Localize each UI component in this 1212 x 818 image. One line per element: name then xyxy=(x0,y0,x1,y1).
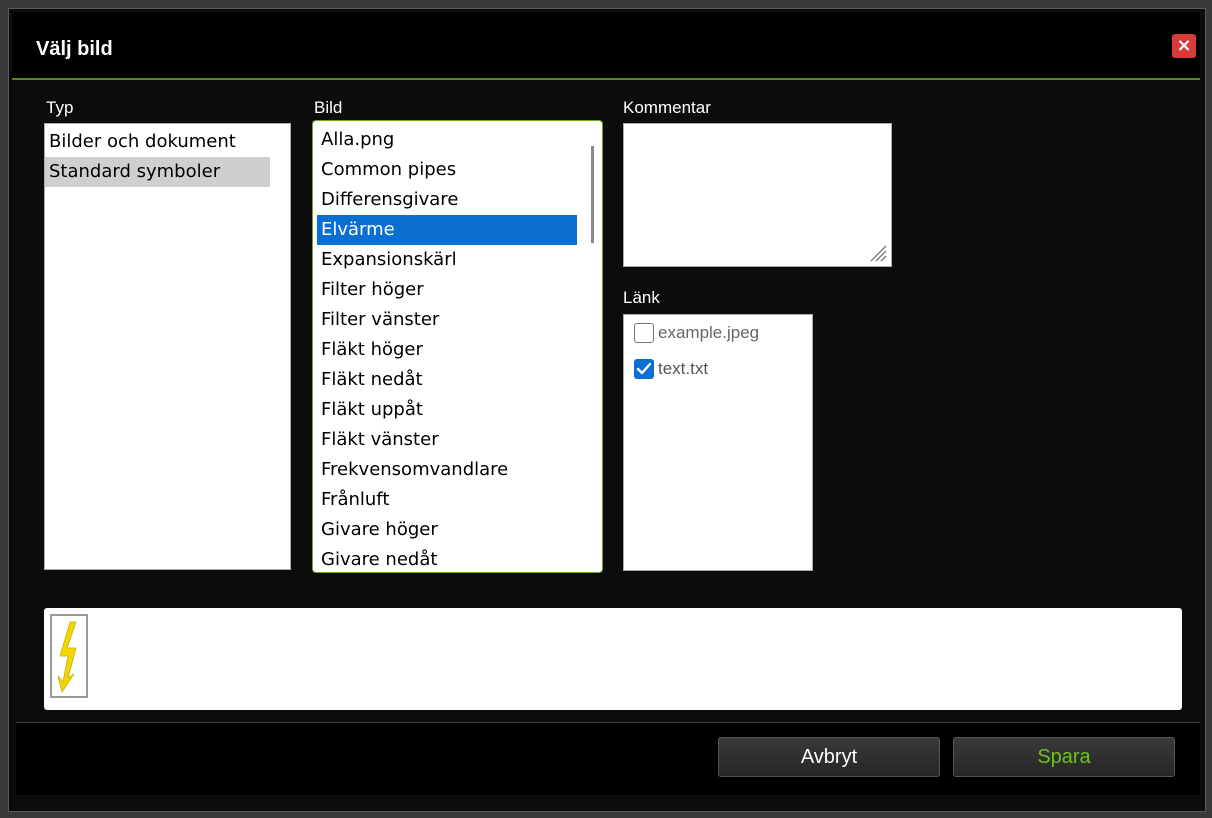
typ-item-bilder-och-dokument[interactable]: Bilder och dokument xyxy=(45,127,274,157)
bild-item[interactable]: Fläkt nedåt xyxy=(317,365,577,395)
checkbox-checked[interactable] xyxy=(634,359,654,379)
checkmark-icon xyxy=(636,362,652,375)
checkbox-unchecked[interactable] xyxy=(634,323,654,343)
bild-listbox[interactable]: Alla.png Common pipes Differensgivare El… xyxy=(312,120,603,573)
lank-item-label: example.jpeg xyxy=(658,323,760,342)
lank-label: Länk xyxy=(623,288,660,307)
bild-item[interactable]: Givare höger xyxy=(317,515,577,545)
resize-grip-icon[interactable] xyxy=(867,242,887,262)
typ-item-standard-symboler[interactable]: Standard symboler xyxy=(45,157,270,187)
preview-thumbnail[interactable] xyxy=(50,614,88,698)
bild-item[interactable]: Common pipes xyxy=(317,155,577,185)
close-icon: × xyxy=(1176,35,1192,56)
bild-scrollbar-thumb[interactable] xyxy=(591,146,594,243)
save-button[interactable]: Spara xyxy=(953,737,1175,777)
lank-item-example-jpeg[interactable]: example.jpeg xyxy=(634,321,759,345)
typ-label: Typ xyxy=(46,98,74,117)
bild-item[interactable]: Differensgivare xyxy=(317,185,577,215)
lank-listbox: example.jpeg text.txt xyxy=(623,314,813,571)
bild-item[interactable]: Frekvensomvandlare xyxy=(317,455,577,485)
bild-item-selected[interactable]: Elvärme xyxy=(317,215,577,245)
bild-item[interactable]: Filter höger xyxy=(317,275,577,305)
typ-listbox[interactable]: Bilder och dokument Standard symboler xyxy=(44,123,291,570)
close-button[interactable]: × xyxy=(1172,34,1196,58)
bild-label: Bild xyxy=(314,98,343,117)
bild-item[interactable]: Frånluft xyxy=(317,485,577,515)
kommentar-label: Kommentar xyxy=(623,98,711,117)
bild-item[interactable]: Expansionskärl xyxy=(317,245,577,275)
bild-item[interactable]: Filter vänster xyxy=(317,305,577,335)
cancel-button[interactable]: Avbryt xyxy=(718,737,940,777)
bild-item[interactable]: Fläkt vänster xyxy=(317,425,577,455)
bild-item[interactable]: Givare nedåt xyxy=(317,545,577,572)
image-preview xyxy=(44,608,1182,710)
dialog-title: Välj bild xyxy=(36,38,113,60)
kommentar-textarea[interactable] xyxy=(623,123,892,267)
bild-item[interactable]: Fläkt höger xyxy=(317,335,577,365)
bild-item[interactable]: Alla.png xyxy=(317,125,577,155)
lank-item-label: text.txt xyxy=(658,359,709,378)
dialog-titlebar: Välj bild × xyxy=(12,12,1200,80)
lank-item-text-txt[interactable]: text.txt xyxy=(634,357,708,381)
bild-item[interactable]: Fläkt uppåt xyxy=(317,395,577,425)
lightning-bolt-icon xyxy=(57,621,77,693)
